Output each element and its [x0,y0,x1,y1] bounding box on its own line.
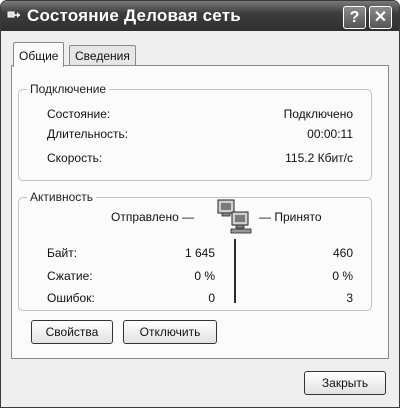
received-label: — Принято [259,210,322,224]
activity-group-title: Активность [27,190,97,204]
bytes-received-value: 460 [332,246,353,260]
help-button[interactable]: ? [343,6,366,29]
status-value: Подключено [283,107,353,121]
speed-value: 115.2 Кбит/с [285,151,353,165]
sent-label: Отправлено — [111,210,195,224]
compression-label: Сжатие: [47,269,93,283]
speed-label: Скорость: [47,151,103,165]
status-label: Состояние: [47,107,111,121]
compression-received-value: 0 % [332,269,353,283]
tab-general[interactable]: Общие [13,42,65,67]
network-computers-icon [217,199,252,234]
title-bar[interactable]: Состояние Деловая сеть ? ✕ [1,1,399,31]
errors-label: Ошибок: [47,291,95,305]
connection-group-title: Подключение [27,82,110,96]
errors-sent-value: 0 [208,291,215,305]
tab-details[interactable]: Сведения [69,45,136,66]
network-connection-icon [7,11,20,18]
duration-label: Длительность: [47,127,129,141]
duration-value: 00:00:11 [307,127,353,141]
bytes-sent-value: 1 645 [184,246,215,260]
window-title: Состояние Деловая сеть [27,6,241,25]
errors-received-value: 3 [346,291,353,305]
activity-divider [234,239,236,303]
close-button[interactable]: Закрыть [304,371,386,395]
disconnect-button[interactable]: Отключить [123,320,217,344]
properties-button[interactable]: Свойства [31,320,113,344]
status-window: Состояние Деловая сеть ? ✕ Общие Сведени… [0,0,400,408]
bytes-label: Байт: [47,246,78,260]
close-window-button[interactable]: ✕ [369,6,392,29]
compression-sent-value: 0 % [194,269,215,283]
